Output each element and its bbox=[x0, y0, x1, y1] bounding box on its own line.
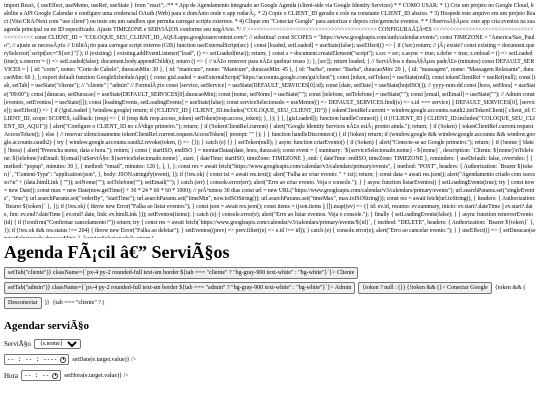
page-root: import React, { useEffect, useMemo, useR… bbox=[0, 0, 540, 381]
hora-value: -- : -- bbox=[24, 371, 50, 379]
hora-input[interactable]: -- : -- bbox=[21, 370, 62, 381]
tab-and-connect-row: setTab("cliente")} className={`px-4 py-2… bbox=[4, 267, 536, 309]
disconnect-button[interactable]: Desconectar bbox=[4, 297, 42, 309]
calendar-icon[interactable] bbox=[60, 356, 67, 363]
date-input[interactable]: -- : -- : ---- bbox=[4, 354, 70, 365]
hora-row: Hora -- : -- setHora(e.target.value)} /> bbox=[4, 370, 536, 381]
clock-icon[interactable] bbox=[52, 372, 59, 379]
raw-source-code-text: import React, { useEffect, useMemo, useR… bbox=[4, 3, 536, 238]
token-conditional-text: {token && ( bbox=[494, 285, 526, 291]
tab-cliente-button[interactable]: setTab("cliente")} className={`px-4 py-2… bbox=[4, 267, 359, 279]
hora-trailing-text: setHora(e.target.value)} /> bbox=[64, 372, 129, 379]
section-title: Agendar serviÃ§o bbox=[4, 320, 90, 332]
date-row: -- : -- : ---- setDate(e.target.value)} … bbox=[4, 354, 536, 365]
connect-google-button[interactable]: {token ? null : (}) {!token && (}> Conec… bbox=[358, 282, 492, 294]
tab-admin-button[interactable]: setTab("admin")} className={`px-4 py-2 r… bbox=[4, 282, 356, 294]
date-value: -- : -- : ---- bbox=[7, 355, 58, 363]
service-row: ServiÃ§o {s.nome} bbox=[4, 339, 536, 349]
service-label: ServiÃ§o bbox=[4, 340, 31, 348]
page-title: Agenda FÃ¡cil â€” ServiÃ§os bbox=[4, 242, 230, 262]
date-trailing-text: setDate(e.target.value)} /> bbox=[72, 356, 137, 363]
closing-brace-text: )} bbox=[44, 300, 50, 306]
hora-label: Hora bbox=[4, 371, 18, 380]
tab-conditional-text: {tab === "cliente" ? ( bbox=[52, 300, 105, 306]
service-select[interactable]: {s.nome} bbox=[33, 339, 81, 349]
